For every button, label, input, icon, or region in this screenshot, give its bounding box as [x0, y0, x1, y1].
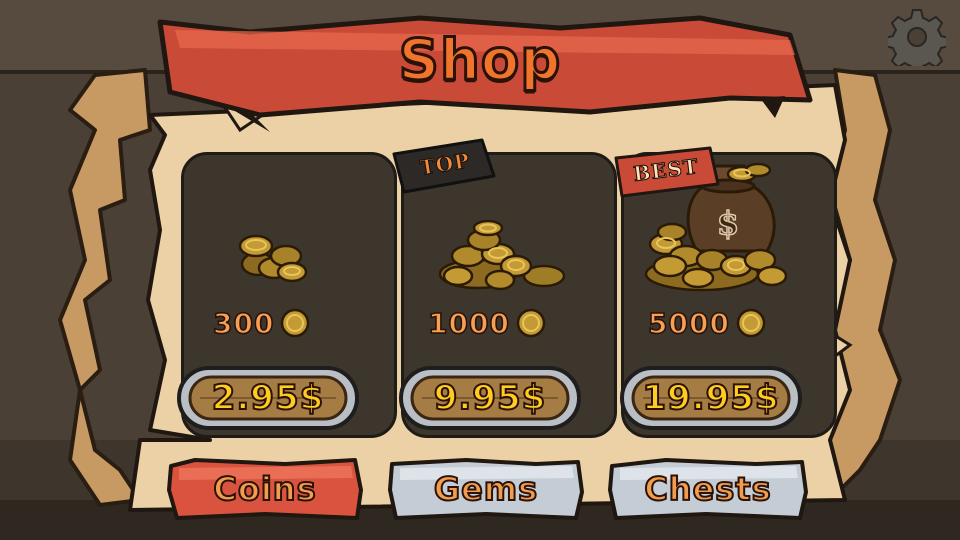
tab-label: Chests — [643, 469, 772, 509]
coin-icon — [281, 308, 310, 338]
tab-chests[interactable]: Chests — [606, 456, 810, 522]
offer-amount-medium: 1000 — [427, 306, 546, 341]
gear-icon[interactable] — [888, 8, 946, 66]
coin-amount: 5000 — [647, 306, 730, 341]
tab-coins[interactable]: Coins — [165, 456, 365, 522]
coin-amount: 300 — [212, 306, 275, 341]
price-label: 19.95$ — [641, 377, 780, 419]
tab-label: Coins — [212, 469, 317, 509]
tab-gems[interactable]: Gems — [386, 456, 586, 522]
top-offer-badge: TOP — [390, 134, 500, 196]
best-offer-badge: BEST — [610, 146, 722, 202]
buy-button-small[interactable]: 2.95$ — [176, 365, 360, 431]
buy-button-large[interactable]: 19.95$ — [619, 365, 803, 431]
offer-amount-large: 5000 — [647, 306, 766, 341]
tab-label: Gems — [433, 469, 539, 509]
page-title: Shop — [397, 27, 562, 95]
coin-icon — [516, 308, 546, 338]
medium-coin-pile-icon — [438, 220, 566, 291]
price-label: 9.95$ — [433, 377, 547, 419]
small-coin-pile-icon — [238, 234, 308, 283]
offer-amount-small: 300 — [212, 306, 310, 341]
buy-button-medium[interactable]: 9.95$ — [398, 365, 582, 431]
svg-text:$: $ — [717, 204, 739, 242]
coin-icon — [736, 308, 766, 338]
coin-amount: 1000 — [427, 306, 510, 341]
price-label: 2.95$ — [211, 377, 325, 419]
